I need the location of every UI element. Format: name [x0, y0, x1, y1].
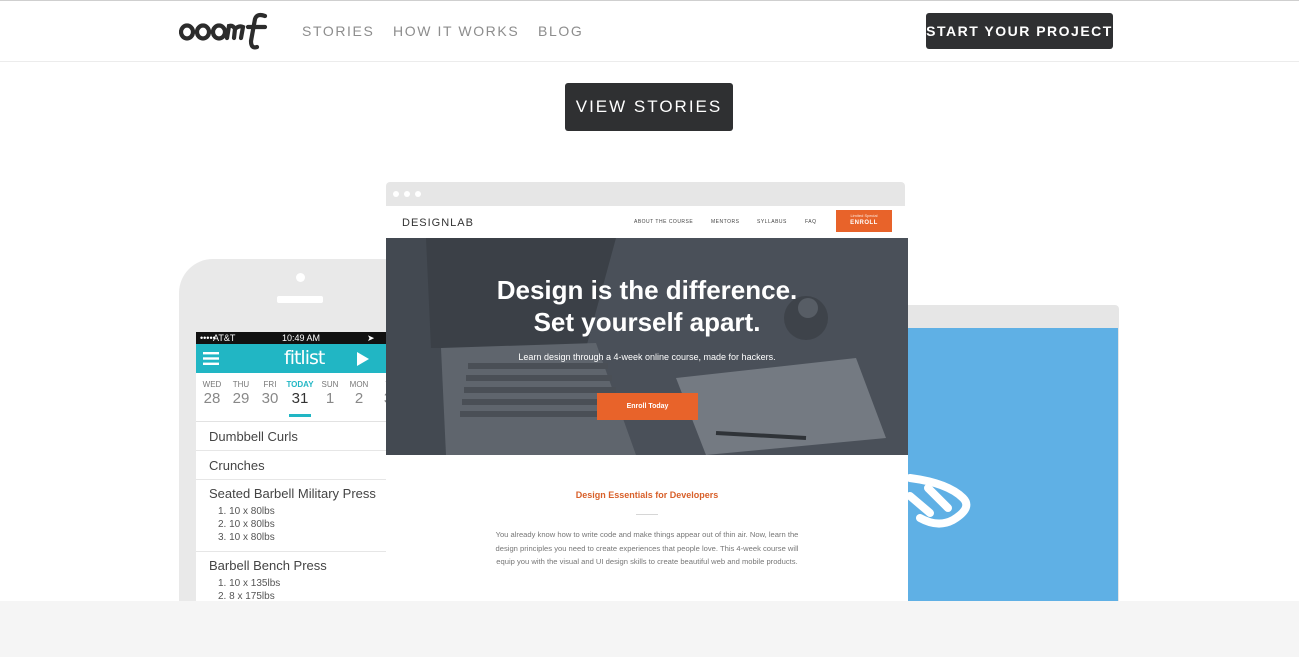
designlab-nav: DESIGNLAB ABOUT THE COURSE MENTORS SYLLA…: [386, 206, 908, 238]
day-thu[interactable]: THU 29: [226, 380, 256, 407]
designlab-logo[interactable]: DESIGNLAB: [402, 217, 474, 229]
nav-faq[interactable]: FAQ: [805, 219, 817, 225]
day-wed[interactable]: WED 28: [197, 380, 227, 407]
browser-chrome: [386, 182, 905, 206]
nav-how-it-works[interactable]: HOW IT WORKS: [393, 23, 519, 39]
enroll-button[interactable]: Limited Special ENROLL: [836, 210, 892, 232]
play-icon[interactable]: [357, 352, 369, 366]
footer-band: [0, 601, 1299, 657]
status-time: 10:49 AM: [282, 333, 321, 343]
window-dot-icon: [404, 191, 410, 197]
hero-background: [386, 238, 908, 455]
browser-mockup: DESIGNLAB ABOUT THE COURSE MENTORS SYLLA…: [386, 182, 908, 601]
start-your-project-button[interactable]: START YOUR PROJECT: [926, 13, 1113, 49]
day-sun[interactable]: SUN 1: [315, 380, 345, 407]
nav-blog[interactable]: BLOG: [538, 23, 583, 39]
ooomf-logo[interactable]: [178, 11, 271, 51]
set-line: 2. 8 x 175lbs: [218, 591, 275, 601]
window-dot-icon: [415, 191, 421, 197]
phone-camera: [296, 273, 305, 282]
day-mon[interactable]: MON 2: [344, 380, 374, 407]
nav-stories[interactable]: STORIES: [302, 23, 374, 39]
phone-speaker: [277, 296, 323, 303]
tablet-screen: [908, 328, 1118, 601]
view-stories-button[interactable]: VIEW STORIES: [565, 83, 733, 131]
app-title: fitlist: [284, 347, 325, 369]
set-line: 2. 10 x 80lbs: [218, 519, 275, 530]
section-title: Design Essentials for Developers: [575, 490, 719, 500]
location-icon: ➤: [367, 333, 375, 343]
enroll-today-button[interactable]: Enroll Today: [597, 393, 698, 420]
nav-about-course[interactable]: ABOUT THE COURSE: [634, 219, 693, 225]
window-dot-icon: [393, 191, 399, 197]
tablet-mockup: [908, 305, 1119, 601]
phone-mockup: ••••• AT&T 10:49 AM ➤ fitlist WED 28 THU 2…: [179, 259, 419, 601]
set-line: 3. 10 x 80lbs: [218, 532, 275, 543]
set-line: 1. 10 x 80lbs: [218, 506, 275, 517]
day-fri[interactable]: FRI 30: [255, 380, 285, 407]
hero-banner: Design is the difference. Set yourself a…: [386, 238, 908, 455]
nav-syllabus[interactable]: SYLLABUS: [757, 219, 787, 225]
day-today[interactable]: TODAY 31: [285, 380, 315, 417]
section-body: You already know how to write code and m…: [495, 530, 799, 566]
nav-mentors[interactable]: MENTORS: [711, 219, 739, 225]
site-header: STORIES HOW IT WORKS BLOG START YOUR PRO…: [0, 1, 1299, 62]
hero-title: Design is the difference. Set yourself a…: [496, 275, 798, 337]
carrier-label: AT&T: [213, 333, 236, 343]
set-line: 1. 10 x 135lbs: [218, 578, 281, 589]
menu-icon[interactable]: [203, 352, 219, 365]
divider: [636, 514, 658, 515]
hero-subtitle: Learn design through a 4-week online cou…: [518, 352, 776, 362]
app-logo-icon: [908, 474, 971, 528]
